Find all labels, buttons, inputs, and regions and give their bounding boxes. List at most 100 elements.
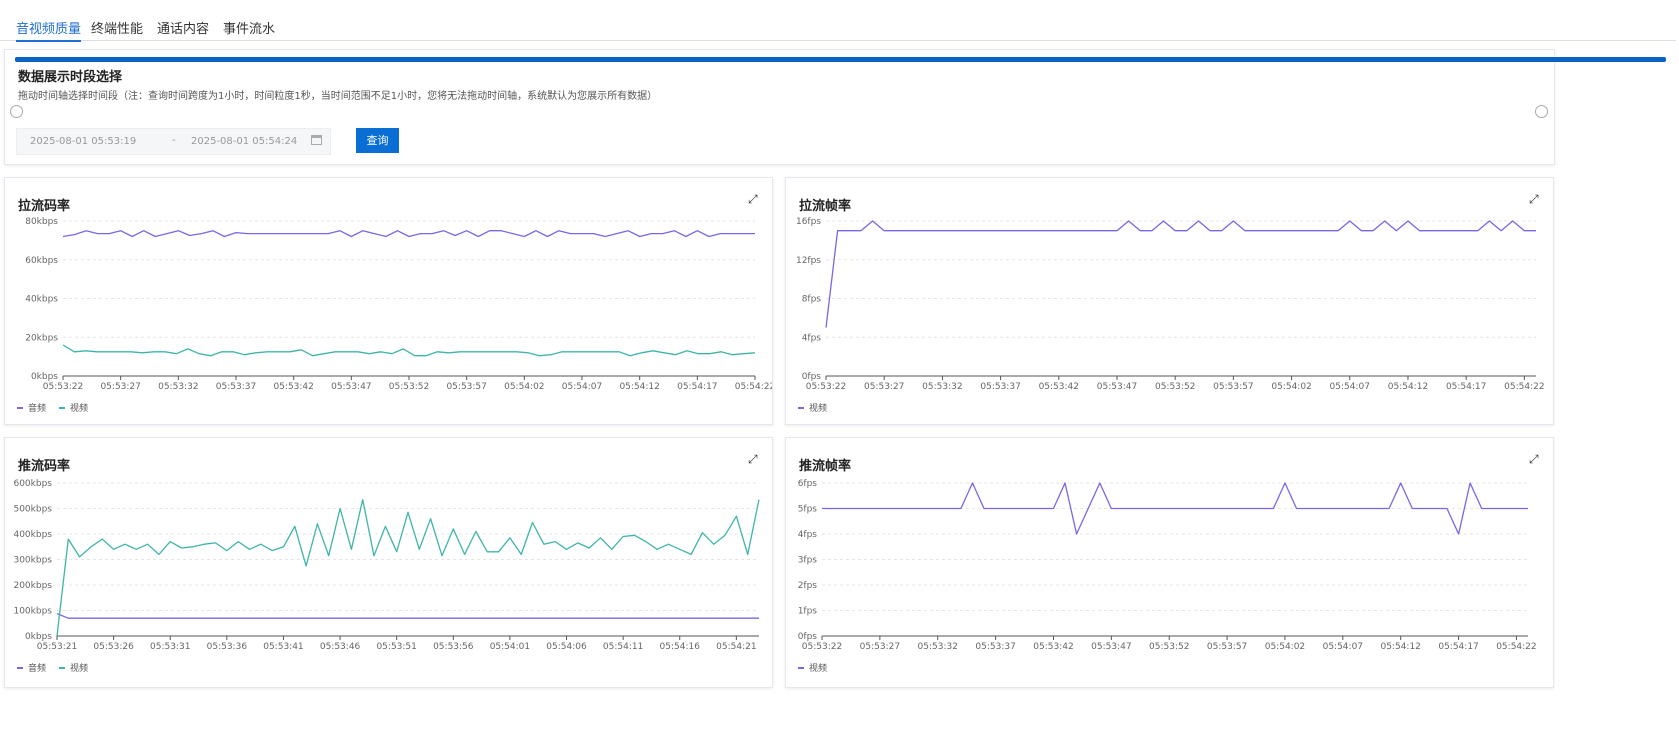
x-tick-label: 05:53:47	[1097, 382, 1137, 392]
legend-label: 视频	[70, 662, 88, 674]
x-tick-label: 05:53:21	[37, 642, 77, 652]
selector-title: 数据展示时段选择	[18, 70, 123, 85]
x-tick-label: 05:53:52	[1149, 642, 1189, 652]
y-tick-label: 500kbps	[13, 505, 52, 515]
time-slider-end-handle[interactable]	[1535, 105, 1548, 118]
x-tick-label: 05:54:07	[1323, 642, 1363, 652]
y-tick-label: 200kbps	[13, 581, 52, 591]
x-tick-label: 05:53:22	[802, 642, 842, 652]
x-tick-label: 05:53:42	[1039, 382, 1079, 392]
x-tick-label: 05:53:51	[376, 642, 416, 652]
series-line-video	[825, 220, 1536, 328]
x-tick-label: 05:54:11	[603, 642, 643, 652]
chart-card-pull-framerate: 拉流帧率 ⤢ 0fps 4fps 8fps 12fps 16fps 05:53:22 05:…	[785, 177, 1554, 425]
y-tick-label: 16fps	[796, 217, 821, 227]
x-tick-label: 05:54:12	[1388, 382, 1428, 392]
y-tick-label: 600kbps	[13, 479, 52, 489]
pull-framerate-chart: 0fps 4fps 8fps 12fps 16fps 05:53:22 05:53:27 05…	[796, 217, 1545, 414]
x-tick-label: 05:53:37	[980, 382, 1020, 392]
y-tick-label: 2fps	[798, 581, 818, 591]
legend-label: 音频	[28, 662, 46, 674]
x-tick-label: 05:54:12	[1380, 642, 1420, 652]
push-framerate-chart: 0fps 1fps 2fps 3fps 4fps 5fps 6fps 05:53:22 05:5…	[798, 479, 1537, 674]
chart-card-push-framerate: 推流帧率 ⤢ 0fps 1fps 2fps 3fps 4fps 5fps 6fps 05:53…	[785, 437, 1554, 688]
x-tick-label: 05:53:32	[158, 382, 198, 392]
tab-event-stream[interactable]: 事件流水	[223, 18, 275, 40]
chart-card-pull-bitrate: 拉流码率 ⤢ 0kbps 20kbps 40kbps 60kbps 80kbps 05:5…	[4, 177, 773, 425]
y-tick-label: 5fps	[798, 505, 818, 515]
y-tick-label: 6fps	[798, 479, 818, 489]
x-tick-label: 05:53:52	[389, 382, 429, 392]
x-tick-label: 05:54:17	[1438, 642, 1478, 652]
x-tick-label: 05:54:12	[619, 382, 659, 392]
x-tick-label: 05:54:17	[1446, 382, 1486, 392]
x-tick-label: 05:53:42	[273, 382, 313, 392]
time-slider-start-handle[interactable]	[10, 105, 23, 118]
calendar-icon	[311, 135, 322, 145]
x-tick-label: 05:54:06	[546, 642, 587, 652]
x-tick-label: 05:54:16	[660, 642, 701, 652]
tab-call-content[interactable]: 通话内容	[157, 18, 209, 40]
x-tick-label: 05:53:27	[860, 642, 900, 652]
pull-bitrate-chart: 0kbps 20kbps 40kbps 60kbps 80kbps 05:53:22 05:…	[17, 217, 772, 414]
y-tick-label: 4fps	[798, 530, 818, 540]
series-line-video	[62, 344, 756, 357]
x-tick-label: 05:53:22	[806, 382, 846, 392]
y-tick-label: 4fps	[802, 333, 822, 343]
legend-label: 视频	[809, 662, 827, 674]
y-tick-label: 400kbps	[13, 530, 52, 540]
x-tick-label: 05:53:32	[918, 642, 958, 652]
x-tick-label: 05:54:17	[677, 382, 717, 392]
end-date: 2025-08-01 05:54:24	[191, 136, 298, 147]
x-tick-label: 05:54:02	[504, 382, 544, 392]
push-bitrate-chart: 0kbps 100kbps 200kbps 300kbps 400kbps 500kbps…	[13, 479, 760, 674]
y-tick-label: 40kbps	[25, 295, 58, 305]
y-tick-label: 20kbps	[25, 333, 58, 343]
query-button[interactable]: 查询	[356, 128, 399, 153]
x-tick-label: 05:53:31	[150, 642, 190, 652]
x-tick-label: 05:54:22	[1496, 642, 1536, 652]
x-tick-label: 05:53:57	[1213, 382, 1253, 392]
y-tick-label: 3fps	[798, 556, 818, 566]
y-tick-label: 1fps	[798, 607, 818, 617]
tab-bar: 音视频质量 终端性能 通话内容 事件流水	[0, 0, 1676, 42]
legend-label: 视频	[809, 402, 827, 414]
x-tick-label: 05:53:37	[216, 382, 256, 392]
date-range-picker[interactable]: 2025-08-01 05:53:19 - 2025-08-01 05:54:2…	[16, 128, 331, 155]
x-tick-label: 05:53:47	[1091, 642, 1131, 652]
series-line-audio	[56, 612, 759, 619]
x-tick-label: 05:54:02	[1271, 382, 1311, 392]
x-tick-label: 05:53:37	[975, 642, 1015, 652]
chart-card-push-bitrate: 推流码率 ⤢ 0kbps 100kbps 200kbps 300kbps 400kbps…	[4, 437, 773, 688]
tab-terminal-performance[interactable]: 终端性能	[91, 18, 143, 40]
series-line-video	[56, 498, 760, 637]
x-tick-label: 05:53:57	[1207, 642, 1247, 652]
y-tick-label: 8fps	[802, 295, 822, 305]
x-tick-label: 05:53:47	[331, 382, 371, 392]
x-tick-label: 05:54:01	[490, 642, 530, 652]
selector-description: 拖动时间轴选择时间段（注：查询时间跨度为1小时，时间粒度1秒，当时间范围不足1小…	[18, 91, 658, 102]
series-line-audio	[62, 230, 755, 238]
x-tick-label: 05:53:41	[263, 642, 303, 652]
x-tick-label: 05:53:26	[93, 642, 134, 652]
tab-av-quality[interactable]: 音视频质量	[16, 18, 82, 42]
y-tick-label: 300kbps	[13, 556, 52, 566]
y-tick-label: 0fps	[802, 372, 822, 382]
y-tick-label: 80kbps	[25, 217, 58, 227]
x-tick-label: 05:54:22	[1504, 382, 1544, 392]
y-tick-label: 12fps	[796, 256, 821, 266]
x-tick-label: 05:54:21	[716, 642, 756, 652]
x-tick-label: 05:53:52	[1155, 382, 1195, 392]
x-tick-label: 05:54:22	[735, 382, 772, 392]
x-tick-label: 05:53:57	[446, 382, 486, 392]
x-tick-label: 05:53:27	[864, 382, 904, 392]
x-tick-label: 05:53:22	[43, 382, 83, 392]
y-tick-label: 60kbps	[25, 256, 58, 266]
series-line-video	[822, 482, 1528, 535]
y-tick-label: 100kbps	[13, 607, 52, 617]
x-tick-label: 05:53:27	[100, 382, 140, 392]
time-slider-track[interactable]	[15, 57, 1666, 62]
x-tick-label: 05:53:42	[1033, 642, 1073, 652]
x-tick-label: 05:53:56	[433, 642, 474, 652]
x-tick-label: 05:54:07	[562, 382, 602, 392]
